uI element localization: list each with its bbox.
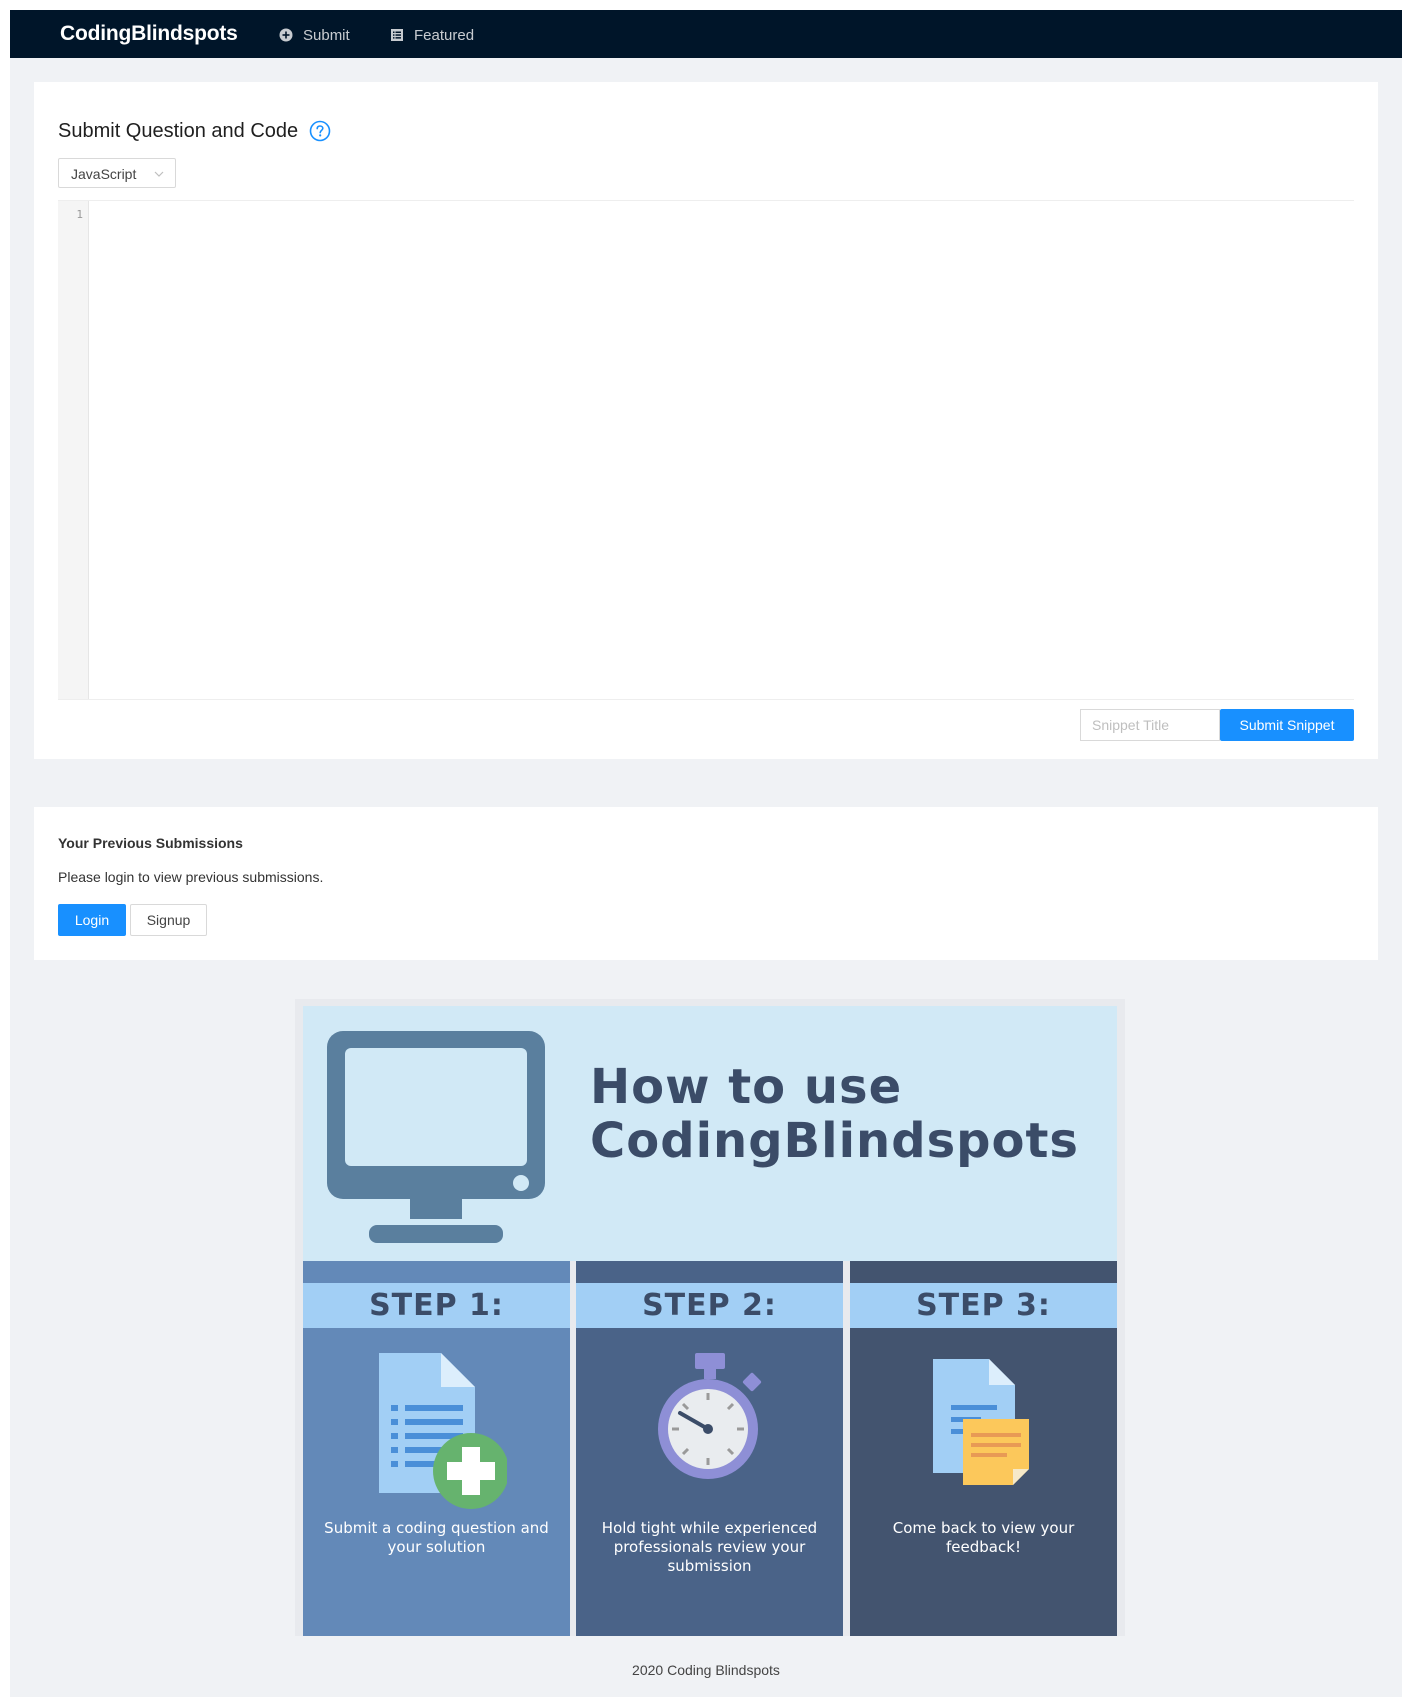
card-title: Submit Question and Code bbox=[58, 120, 299, 142]
nav-item-featured[interactable]: Featured bbox=[390, 25, 474, 45]
infographic-header: How to use CodingBlindspots bbox=[303, 1006, 1117, 1261]
previous-submissions-title: Your Previous Submissions bbox=[58, 835, 243, 851]
monitor-icon bbox=[327, 1031, 545, 1243]
top-navigation-bar: CodingBlindspots Submit Featured bbox=[10, 10, 1402, 58]
submit-snippet-button[interactable]: Submit Snippet bbox=[1220, 709, 1354, 741]
step-3-top-strip bbox=[850, 1261, 1117, 1283]
how-to-infographic: How to use CodingBlindspots STEP 1: Subm… bbox=[295, 999, 1125, 1636]
page: CodingBlindspots Submit Featured Submit … bbox=[10, 10, 1402, 1697]
snippet-title-input[interactable] bbox=[1080, 709, 1220, 741]
footer-text: 2020 Coding Blindspots bbox=[632, 1662, 780, 1678]
login-prompt-text: Please login to view previous submission… bbox=[58, 869, 324, 885]
signup-button[interactable]: Signup bbox=[130, 904, 207, 936]
editor-gutter: 1 bbox=[58, 201, 89, 699]
brand-logo[interactable]: CodingBlindspots bbox=[60, 22, 238, 46]
step-1-text: Submit a coding question and your soluti… bbox=[324, 1519, 549, 1556]
heading-line-2: CodingBlindspots bbox=[590, 1113, 1079, 1169]
language-select[interactable]: JavaScript bbox=[58, 158, 176, 188]
submit-question-card: Submit Question and Code JavaScript 1 Su… bbox=[34, 82, 1378, 759]
question-circle-icon[interactable] bbox=[309, 120, 331, 142]
infographic-heading: How to use CodingBlindspots bbox=[590, 1060, 1110, 1168]
language-select-value: JavaScript bbox=[71, 166, 137, 182]
previous-submissions-card: Your Previous Submissions Please login t… bbox=[34, 807, 1378, 960]
step-2-top-strip bbox=[576, 1261, 843, 1283]
step-1-column: STEP 1: Submit a coding question and you… bbox=[303, 1261, 570, 1636]
nav-item-submit[interactable]: Submit bbox=[279, 25, 350, 45]
code-input-area[interactable] bbox=[89, 201, 1354, 699]
nav-item-label: Submit bbox=[303, 26, 350, 44]
stopwatch-icon bbox=[657, 1353, 761, 1479]
step-2-label: STEP 2: bbox=[576, 1283, 843, 1328]
plus-circle-icon bbox=[279, 28, 293, 42]
step-1-label: STEP 1: bbox=[303, 1283, 570, 1328]
nav-item-label: Featured bbox=[414, 26, 475, 44]
step-2-column: STEP 2: Hold tight while experienced pro… bbox=[576, 1261, 843, 1636]
document-plus-icon bbox=[378, 1353, 507, 1509]
login-button[interactable]: Login bbox=[58, 904, 126, 936]
code-editor: 1 bbox=[58, 200, 1354, 700]
step-3-text: Come back to view your feedback! bbox=[892, 1519, 1075, 1556]
document-note-icon bbox=[932, 1359, 1029, 1485]
step-2-text: Hold tight while experienced professiona… bbox=[601, 1519, 818, 1575]
chevron-down-icon bbox=[154, 171, 164, 177]
step-3-column: STEP 3: Come back to view your feedback! bbox=[850, 1261, 1117, 1636]
line-number: 1 bbox=[76, 208, 83, 221]
step-1-top-strip bbox=[303, 1261, 570, 1283]
step-3-label: STEP 3: bbox=[850, 1283, 1117, 1328]
heading-line-1: How to use bbox=[590, 1059, 903, 1115]
list-icon bbox=[391, 29, 403, 41]
